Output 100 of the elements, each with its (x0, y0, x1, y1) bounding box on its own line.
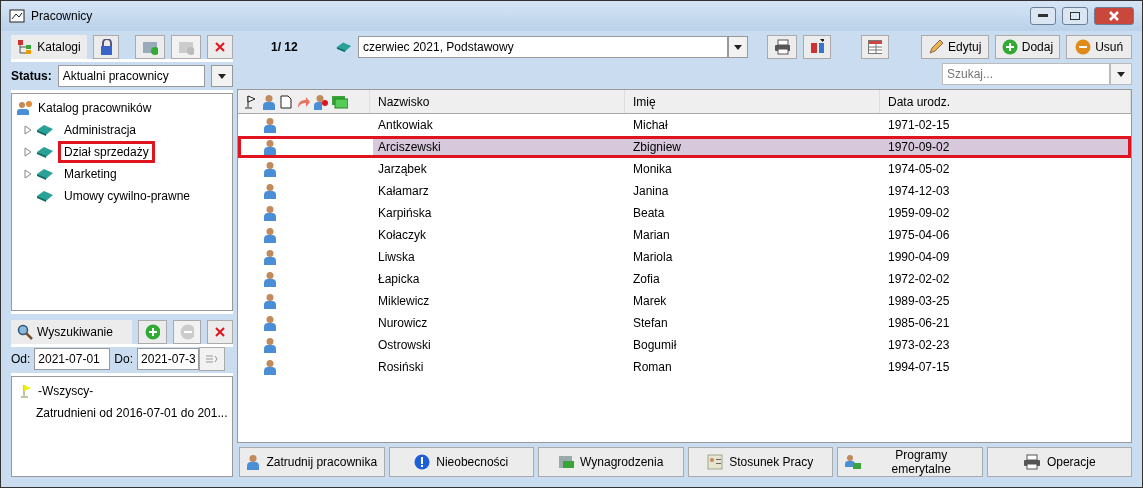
money-icon (558, 454, 575, 470)
close-icon (215, 42, 225, 52)
to-date-field[interactable]: 2021-07-3 (137, 348, 200, 370)
function-button[interactable]: Nieobecności (388, 447, 534, 477)
dropdown-button[interactable] (1110, 63, 1132, 85)
remove-button[interactable] (172, 320, 201, 344)
maximize-button[interactable] (1062, 7, 1088, 25)
tree-item[interactable]: Katalog pracowników (38, 101, 152, 115)
action-button[interactable]: Usuń (1066, 35, 1132, 59)
delete-button[interactable] (207, 320, 233, 344)
table-row[interactable]: Karpińska Beata 1959-09-02 (238, 202, 1131, 224)
table-row[interactable]: Nurowicz Stefan 1985-06-21 (238, 312, 1131, 334)
status-dropdown[interactable]: Aktualni pracownicy (57, 65, 205, 87)
dropdown-button[interactable] (727, 36, 748, 58)
table-row[interactable]: Jarząbek Monika 1974-05-02 (238, 158, 1131, 180)
app-icon (9, 8, 25, 24)
table-cell-text: 1973-02-23 (887, 337, 951, 353)
person-icon (263, 161, 277, 177)
from-date-field[interactable]: 2021-07-01 (34, 348, 111, 370)
table-row[interactable]: Kałamarz Janina 1974-12-03 (238, 180, 1131, 202)
person-icon (263, 183, 277, 199)
caret-icon (1117, 71, 1125, 77)
table-cell-text: 1972-02-02 (887, 271, 951, 287)
table-cell-text: 1989-03-25 (887, 293, 951, 309)
column-header[interactable]: Imię (625, 90, 880, 113)
catalogs-button[interactable]: Katalogi (11, 35, 87, 59)
print-button[interactable] (766, 35, 797, 59)
table-cell-text: 1975-04-06 (887, 227, 951, 243)
table-cell-text: 1974-12-03 (887, 183, 951, 199)
caret-icon (733, 44, 742, 50)
table-cell-text: Michał (632, 117, 669, 133)
expand-icon[interactable] (24, 147, 32, 157)
table-cell-text: Stefan (632, 315, 669, 331)
function-button[interactable]: Operacje (986, 447, 1132, 477)
folder-remove-icon (178, 39, 194, 55)
action-button[interactable]: Dodaj (994, 35, 1061, 59)
table-row[interactable]: Rosiński Roman 1994-07-15 (238, 356, 1131, 378)
lock-button[interactable] (93, 35, 120, 59)
info-icon (414, 454, 431, 470)
document-icon (280, 94, 292, 109)
table-cell-text: Miklewicz (377, 293, 431, 309)
expand-icon[interactable] (24, 169, 32, 179)
function-button[interactable]: Stosunek Pracy (687, 447, 833, 477)
table-cell-text: Monika (632, 161, 673, 177)
person-icon (263, 249, 277, 265)
add-folder-button[interactable] (135, 35, 165, 59)
action-button[interactable]: Edytuj (921, 35, 989, 59)
table-cell-text: 1994-07-15 (887, 359, 951, 375)
table-cell-text: Jarząbek (377, 161, 428, 177)
add-button[interactable] (138, 320, 167, 344)
tree-item[interactable]: Umowy cywilno-prawne (58, 185, 197, 207)
minus-icon (179, 324, 194, 340)
to-label: Do: (114, 352, 134, 366)
minimize-button[interactable] (1030, 7, 1056, 25)
search-panel-button[interactable]: Wyszukiwanie (11, 320, 133, 344)
window-title: Pracownicy (31, 9, 94, 23)
tree-item[interactable]: Administracja (58, 119, 143, 141)
column-header[interactable]: Data urodz. (880, 90, 1131, 113)
table-row[interactable]: Kołaczyk Marian 1975-04-06 (238, 224, 1131, 246)
expand-icon[interactable] (24, 125, 32, 135)
filter-item[interactable]: Zatrudnieni od 2016-07-01 do 201... (36, 406, 228, 420)
minimize-icon (1038, 14, 1048, 18)
columns-button[interactable] (861, 35, 890, 59)
table-row[interactable]: Antkowiak Michał 1971-02-15 (238, 114, 1131, 136)
table-row[interactable]: Miklewicz Marek 1989-03-25 (238, 290, 1131, 312)
table-cell-text: Janina (632, 183, 670, 199)
printer-icon (773, 39, 790, 55)
printer-icon (1022, 454, 1041, 470)
hierarchy-icon (17, 39, 34, 55)
table-cell-text: Liwska (377, 249, 416, 265)
tree-item[interactable]: Dział sprzedaży (58, 141, 155, 163)
people-icon (844, 454, 861, 470)
export-button[interactable] (803, 35, 832, 59)
column-header[interactable]: Nazwisko (370, 90, 625, 113)
filter-item[interactable]: -Wszyscy- (38, 384, 94, 398)
function-button[interactable]: Wynagrodzenia (538, 447, 684, 477)
people-icon (16, 100, 34, 116)
table-row[interactable]: Liwska Mariola 1990-04-09 (238, 246, 1131, 268)
function-button[interactable]: Programy emerytalne (837, 447, 983, 477)
table-row[interactable]: Łapicka Zofia 1972-02-02 (238, 268, 1131, 290)
person-icon (263, 359, 277, 375)
folder-add-icon (142, 39, 158, 55)
table-cell-text: Mariola (632, 249, 674, 265)
table-row[interactable]: Ostrowski Bogumił 1973-02-23 (238, 334, 1131, 356)
plus-icon (1001, 39, 1018, 55)
delete-button[interactable] (207, 35, 233, 59)
close-button[interactable] (1094, 7, 1134, 25)
table-row[interactable]: Arciszewski Zbigniew 1970-09-02 (238, 136, 1131, 158)
table-cell: Zbigniew (628, 139, 883, 155)
table-cell-text: Kołaczyk (377, 227, 428, 243)
function-button[interactable]: Zatrudnij pracownika (239, 447, 385, 477)
table-cell-text: Bogumił (632, 337, 678, 353)
table-cell-text: Kałamarz (377, 183, 430, 199)
person-icon (263, 205, 277, 221)
tree-item[interactable]: Marketing (58, 163, 123, 185)
book-icon (36, 189, 54, 203)
dropdown-button[interactable] (211, 65, 233, 87)
search-field[interactable]: Szukaj... (942, 63, 1110, 85)
period-dropdown[interactable]: czerwiec 2021, Podstawowy (357, 36, 728, 58)
maximize-icon (1070, 12, 1080, 20)
